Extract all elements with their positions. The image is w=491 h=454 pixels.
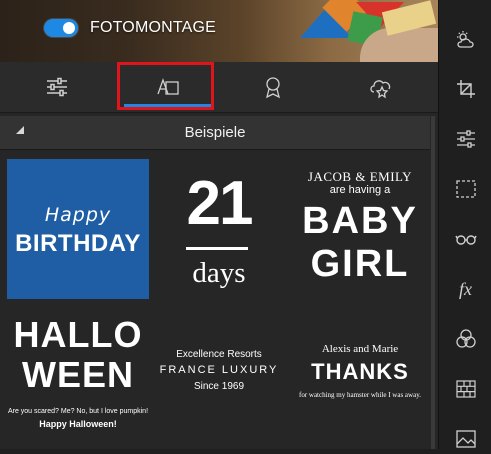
- template-text-line: WEEN: [22, 354, 134, 395]
- template-text-line: Alexis and Marie: [321, 343, 399, 355]
- rail-color[interactable]: [439, 324, 491, 354]
- template-halloween[interactable]: HALLO WEEN Are you scared? Me? No, but I…: [7, 304, 149, 444]
- editor-panel: FOTOMONTAGE Beispiele Happy BIRTHDAY 21 …: [0, 0, 438, 449]
- hand-shape: [360, 28, 438, 62]
- tab-adjust[interactable]: [6, 62, 108, 112]
- template-text-line: are having a: [329, 184, 391, 196]
- template-text-line: Happy Halloween!: [39, 419, 117, 429]
- crop-icon: [456, 80, 475, 98]
- adjust-sliders-icon: [456, 130, 475, 148]
- award-ribbon-icon: [266, 77, 280, 99]
- toggle-label: FOTOMONTAGE: [90, 19, 217, 36]
- template-text-line: Excellence Resorts: [176, 349, 262, 360]
- rail-glasses[interactable]: [439, 224, 491, 254]
- weather-cloud-icon: [456, 31, 474, 48]
- brick-texture-icon: [455, 380, 476, 398]
- template-text-line: BIRTHDAY: [15, 230, 141, 257]
- section-title: Beispiele: [184, 124, 246, 141]
- template-text-line: for watching my hamster while I was away…: [298, 391, 421, 399]
- color-circles-icon: [455, 329, 476, 348]
- toggle-knob: [63, 22, 75, 34]
- template-text-line: GIRL: [310, 243, 410, 285]
- tab-highlight-box: [117, 62, 214, 110]
- template-divider: [186, 247, 248, 250]
- template-text-line: FRANCE LUXURY: [159, 364, 279, 376]
- selection-icon: [455, 180, 476, 198]
- tool-rail: fx: [438, 0, 491, 449]
- rail-selection[interactable]: [439, 174, 491, 204]
- tool-tabs: [0, 62, 438, 113]
- rail-crop[interactable]: [439, 74, 491, 104]
- template-text-line: Since 1969: [193, 381, 245, 392]
- template-21-days[interactable]: 21 days: [148, 159, 290, 299]
- template-text-line: THANKS: [311, 359, 409, 384]
- template-text-line: days: [192, 257, 246, 289]
- template-text-line: HALLO: [13, 314, 143, 355]
- template-grid: Happy BIRTHDAY 21 days JACOB & EMILY are…: [0, 150, 430, 449]
- image-icon: [455, 430, 476, 448]
- scrollbar[interactable]: [431, 116, 435, 449]
- rail-weather[interactable]: [439, 25, 491, 55]
- template-happy-birthday[interactable]: Happy BIRTHDAY: [7, 159, 149, 299]
- tab-stickers[interactable]: [330, 62, 432, 112]
- template-baby-girl[interactable]: JACOB & EMILY are having a BABY GIRL: [289, 159, 431, 299]
- template-text-line: Are you scared? Me? No, but I love pumpk…: [7, 408, 149, 415]
- section-header[interactable]: Beispiele: [0, 116, 430, 150]
- cloud-star-icon: [370, 80, 391, 99]
- template-text-line: Happy: [44, 204, 112, 226]
- rail-effects[interactable]: fx: [439, 274, 491, 304]
- template-number: 21: [186, 169, 254, 238]
- sliders-icon: [47, 77, 67, 97]
- tab-badge[interactable]: [222, 62, 324, 112]
- rail-adjust[interactable]: [439, 124, 491, 154]
- fotomontage-toggle[interactable]: [44, 19, 78, 37]
- template-thanks[interactable]: Alexis and Marie THANKS for watching my …: [289, 304, 431, 444]
- fx-icon: fx: [459, 278, 472, 299]
- rail-texture[interactable]: [439, 374, 491, 404]
- fotomontage-toggle-row[interactable]: FOTOMONTAGE: [44, 19, 216, 37]
- rail-image[interactable]: [439, 424, 491, 454]
- template-text-line: JACOB & EMILY: [307, 169, 413, 184]
- glasses-icon: [454, 235, 477, 245]
- template-france-luxury[interactable]: Excellence Resorts FRANCE LUXURY Since 1…: [148, 304, 290, 444]
- template-text-line: BABY: [302, 200, 418, 242]
